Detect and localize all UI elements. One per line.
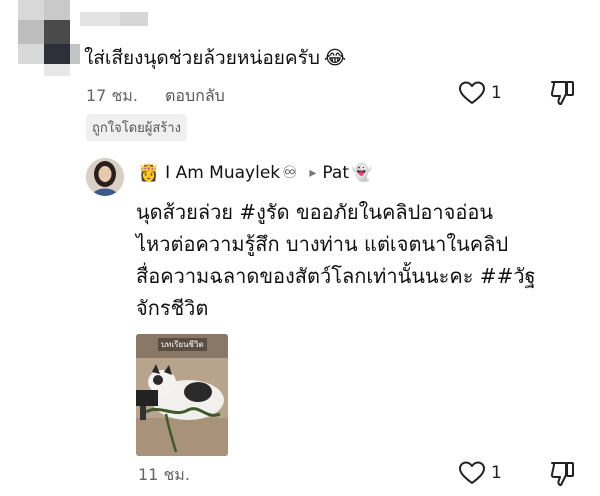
reply-timestamp: 11 ชม. xyxy=(138,465,190,484)
heart-icon xyxy=(459,461,485,484)
reply-to-name[interactable]: Pat xyxy=(322,163,349,183)
like-count: 1 xyxy=(491,83,502,103)
reply-like-button[interactable] xyxy=(458,460,486,486)
reply-line: สื่อความฉลาดของสัตว์โลกเท่านั้นนะคะ ##วั… xyxy=(136,264,536,288)
infinity-icon: ♾ xyxy=(282,163,298,183)
thumbs-down-icon xyxy=(550,81,574,105)
reply-author-line: 👸 I Am Muaylek ♾ ▸ Pat 👻 xyxy=(138,163,372,183)
comment-body: ใส่เสียงนุดช่วยล้วยหน่อยครับ xyxy=(84,47,320,69)
crown-princess-emoji-icon: 👸 xyxy=(138,163,160,183)
liked-by-creator-badge: ถูกใจโดยผู้สร้าง xyxy=(86,114,187,141)
thumbs-down-icon xyxy=(550,462,574,486)
reply-avatar[interactable] xyxy=(86,158,124,196)
ghost-emoji-icon: 👻 xyxy=(351,163,373,183)
reply-dislike-button[interactable] xyxy=(549,459,577,489)
cat-snake-image xyxy=(136,334,228,456)
dislike-button[interactable] xyxy=(549,78,577,108)
reply-like-count: 1 xyxy=(491,463,502,483)
reply-body: นุดส้วยล่วย #งูรัด ขออภัยในคลิปอาจอ่อน ไ… xyxy=(136,196,536,324)
comment-text: ใส่เสียงนุดช่วยล้วยหน่อยครับ 😂 xyxy=(84,46,346,71)
reply-author-name[interactable]: I Am Muaylek xyxy=(165,163,280,183)
reply-line: ไหวต่อความรู้สึก บางท่าน แต่เจตนาในคลิป xyxy=(136,232,509,256)
comment-timestamp: 17 ชม. xyxy=(86,86,138,105)
video-thumbnail[interactable]: บทเรียนชีวิต xyxy=(136,334,228,456)
laughing-emoji-icon: 😂 xyxy=(323,47,347,69)
reply-button[interactable]: ตอบกลับ xyxy=(165,84,225,109)
like-button[interactable] xyxy=(458,80,486,106)
heart-icon xyxy=(459,81,485,104)
avatar-image xyxy=(86,158,124,196)
reply-to-arrow-icon: ▸ xyxy=(309,165,317,181)
reply-line: นุดส้วยล่วย #งูรัด ขออภัยในคลิปอาจอ่อน xyxy=(136,200,494,224)
reply-line: จักรชีวิต xyxy=(136,296,209,320)
thumbnail-caption: บทเรียนชีวิต xyxy=(158,338,207,351)
